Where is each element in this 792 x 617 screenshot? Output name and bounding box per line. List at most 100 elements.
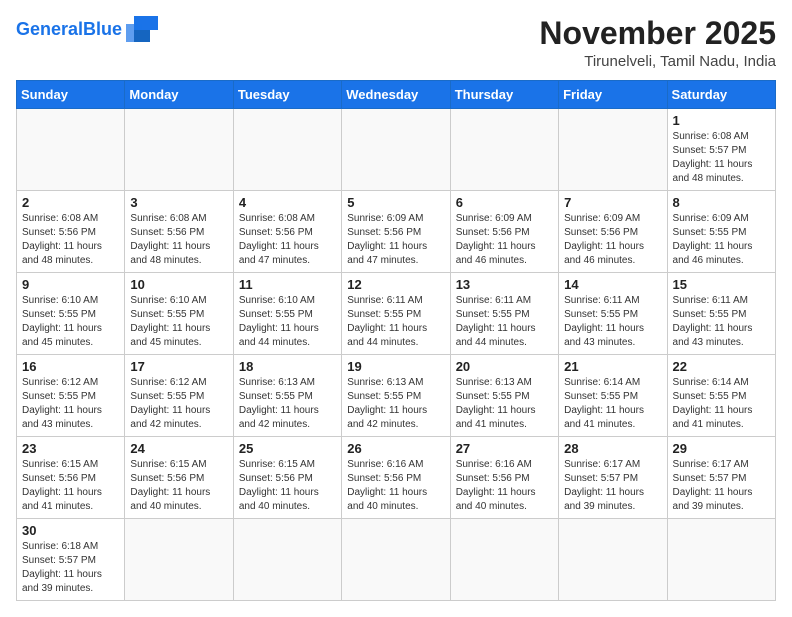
calendar-week-row-6: 30 Sunrise: 6:18 AM Sunset: 5:57 PM Dayli…: [17, 519, 776, 601]
day-info: Sunrise: 6:12 AM Sunset: 5:55 PM Dayligh…: [130, 376, 227, 432]
calendar-cell: 13Sunrise: 6:11 AM Sunset: 5:55 PM Dayli…: [450, 273, 558, 355]
calendar-week-row-2: 2 Sunrise: 6:08 AM Sunset: 5:56 PM Daylig…: [17, 191, 776, 273]
calendar-cell: 11 Sunrise: 6:10 AM Sunset: 5:55 PM Dayli…: [233, 273, 341, 355]
day-info: Sunrise: 6:16 AM Sunset: 5:56 PM Dayligh…: [347, 458, 444, 514]
day-number: 17: [130, 359, 227, 374]
calendar-cell: [233, 109, 341, 191]
calendar-cell: 30 Sunrise: 6:18 AM Sunset: 5:57 PM Dayli…: [17, 519, 125, 601]
day-number: 30: [22, 523, 119, 538]
weekday-header-thursday: Thursday: [450, 81, 558, 109]
day-number: 9: [22, 277, 119, 292]
calendar-cell: 26 Sunrise: 6:16 AM Sunset: 5:56 PM Dayli…: [342, 437, 450, 519]
day-number: 28: [564, 441, 661, 456]
day-number: 15: [673, 277, 770, 292]
day-info: Sunrise: 6:11 AM Sunset: 5:55 PM Dayligh…: [456, 294, 553, 350]
day-info: Sunrise: 6:10 AM Sunset: 5:55 PM Dayligh…: [130, 294, 227, 350]
day-info: Sunrise: 6:13 AM Sunset: 5:55 PM Dayligh…: [347, 376, 444, 432]
calendar-cell: [17, 109, 125, 191]
day-number: 3: [130, 195, 227, 210]
calendar-cell: [450, 519, 558, 601]
calendar-cell: 24 Sunrise: 6:15 AM Sunset: 5:56 PM Dayli…: [125, 437, 233, 519]
day-info: Sunrise: 6:08 AM Sunset: 5:56 PM Dayligh…: [239, 212, 336, 268]
calendar-cell: 20 Sunrise: 6:13 AM Sunset: 5:55 PM Dayli…: [450, 355, 558, 437]
calendar-cell: 27Sunrise: 6:16 AM Sunset: 5:56 PM Dayli…: [450, 437, 558, 519]
day-number: 26: [347, 441, 444, 456]
calendar-cell: 1 Sunrise: 6:08 AM Sunset: 5:57 PM Daylig…: [667, 109, 775, 191]
day-number: 1: [673, 113, 770, 128]
day-info: Sunrise: 6:15 AM Sunset: 5:56 PM Dayligh…: [22, 458, 119, 514]
calendar-cell: 5Sunrise: 6:09 AM Sunset: 5:56 PM Daylig…: [342, 191, 450, 273]
day-number: 11: [239, 277, 336, 292]
day-number: 23: [22, 441, 119, 456]
weekday-header-monday: Monday: [125, 81, 233, 109]
calendar-cell: [125, 109, 233, 191]
calendar-week-row-4: 16Sunrise: 6:12 AM Sunset: 5:55 PM Dayli…: [17, 355, 776, 437]
day-number: 19: [347, 359, 444, 374]
calendar-cell: 8Sunrise: 6:09 AM Sunset: 5:55 PM Daylig…: [667, 191, 775, 273]
day-number: 18: [239, 359, 336, 374]
calendar-cell: 7Sunrise: 6:09 AM Sunset: 5:56 PM Daylig…: [559, 191, 667, 273]
day-info: Sunrise: 6:08 AM Sunset: 5:56 PM Dayligh…: [22, 212, 119, 268]
calendar-cell: 12 Sunrise: 6:11 AM Sunset: 5:55 PM Dayli…: [342, 273, 450, 355]
day-info: Sunrise: 6:10 AM Sunset: 5:55 PM Dayligh…: [22, 294, 119, 350]
calendar-cell: [342, 109, 450, 191]
calendar-cell: 18 Sunrise: 6:13 AM Sunset: 5:55 PM Dayli…: [233, 355, 341, 437]
calendar-cell: 22Sunrise: 6:14 AM Sunset: 5:55 PM Dayli…: [667, 355, 775, 437]
day-info: Sunrise: 6:18 AM Sunset: 5:57 PM Dayligh…: [22, 540, 119, 596]
day-number: 14: [564, 277, 661, 292]
day-info: Sunrise: 6:17 AM Sunset: 5:57 PM Dayligh…: [673, 458, 770, 514]
day-number: 2: [22, 195, 119, 210]
day-number: 12: [347, 277, 444, 292]
day-number: 25: [239, 441, 336, 456]
calendar-cell: 25 Sunrise: 6:15 AM Sunset: 5:56 PM Dayli…: [233, 437, 341, 519]
calendar-cell: 28Sunrise: 6:17 AM Sunset: 5:57 PM Dayli…: [559, 437, 667, 519]
day-info: Sunrise: 6:09 AM Sunset: 5:56 PM Dayligh…: [564, 212, 661, 268]
day-number: 8: [673, 195, 770, 210]
day-info: Sunrise: 6:13 AM Sunset: 5:55 PM Dayligh…: [456, 376, 553, 432]
day-info: Sunrise: 6:15 AM Sunset: 5:56 PM Dayligh…: [130, 458, 227, 514]
calendar-cell: [667, 519, 775, 601]
day-number: 10: [130, 277, 227, 292]
weekday-header-wednesday: Wednesday: [342, 81, 450, 109]
calendar-cell: 15 Sunrise: 6:11 AM Sunset: 5:55 PM Dayli…: [667, 273, 775, 355]
calendar-cell: 14Sunrise: 6:11 AM Sunset: 5:55 PM Dayli…: [559, 273, 667, 355]
day-info: Sunrise: 6:11 AM Sunset: 5:55 PM Dayligh…: [673, 294, 770, 350]
day-number: 4: [239, 195, 336, 210]
calendar-cell: [342, 519, 450, 601]
day-info: Sunrise: 6:08 AM Sunset: 5:57 PM Dayligh…: [673, 130, 770, 186]
calendar-cell: 21 Sunrise: 6:14 AM Sunset: 5:55 PM Dayli…: [559, 355, 667, 437]
day-number: 24: [130, 441, 227, 456]
calendar-cell: [559, 109, 667, 191]
day-number: 20: [456, 359, 553, 374]
weekday-header-saturday: Saturday: [667, 81, 775, 109]
weekday-header-tuesday: Tuesday: [233, 81, 341, 109]
calendar-cell: 29 Sunrise: 6:17 AM Sunset: 5:57 PM Dayli…: [667, 437, 775, 519]
day-number: 21: [564, 359, 661, 374]
weekday-header-friday: Friday: [559, 81, 667, 109]
calendar-table: SundayMondayTuesdayWednesdayThursdayFrid…: [16, 80, 776, 601]
day-info: Sunrise: 6:11 AM Sunset: 5:55 PM Dayligh…: [347, 294, 444, 350]
calendar-week-row-3: 9 Sunrise: 6:10 AM Sunset: 5:55 PM Daylig…: [17, 273, 776, 355]
page-header: GeneralBlue November 2025 Tirunelveli, T…: [16, 16, 776, 70]
month-year-title: November 2025: [539, 16, 776, 51]
calendar-cell: 4 Sunrise: 6:08 AM Sunset: 5:56 PM Daylig…: [233, 191, 341, 273]
calendar-week-row-1: 1 Sunrise: 6:08 AM Sunset: 5:57 PM Daylig…: [17, 109, 776, 191]
day-number: 29: [673, 441, 770, 456]
day-number: 6: [456, 195, 553, 210]
weekday-header-row: SundayMondayTuesdayWednesdayThursdayFrid…: [17, 81, 776, 109]
day-number: 5: [347, 195, 444, 210]
calendar-cell: 16Sunrise: 6:12 AM Sunset: 5:55 PM Dayli…: [17, 355, 125, 437]
day-number: 27: [456, 441, 553, 456]
weekday-header-sunday: Sunday: [17, 81, 125, 109]
calendar-cell: 9 Sunrise: 6:10 AM Sunset: 5:55 PM Daylig…: [17, 273, 125, 355]
calendar-cell: 2 Sunrise: 6:08 AM Sunset: 5:56 PM Daylig…: [17, 191, 125, 273]
calendar-cell: [233, 519, 341, 601]
logo-text: GeneralBlue: [16, 20, 122, 38]
day-number: 22: [673, 359, 770, 374]
location-subtitle: Tirunelveli, Tamil Nadu, India: [539, 53, 776, 70]
day-info: Sunrise: 6:15 AM Sunset: 5:56 PM Dayligh…: [239, 458, 336, 514]
day-info: Sunrise: 6:10 AM Sunset: 5:55 PM Dayligh…: [239, 294, 336, 350]
calendar-cell: 17 Sunrise: 6:12 AM Sunset: 5:55 PM Dayli…: [125, 355, 233, 437]
day-info: Sunrise: 6:13 AM Sunset: 5:55 PM Dayligh…: [239, 376, 336, 432]
day-info: Sunrise: 6:14 AM Sunset: 5:55 PM Dayligh…: [564, 376, 661, 432]
